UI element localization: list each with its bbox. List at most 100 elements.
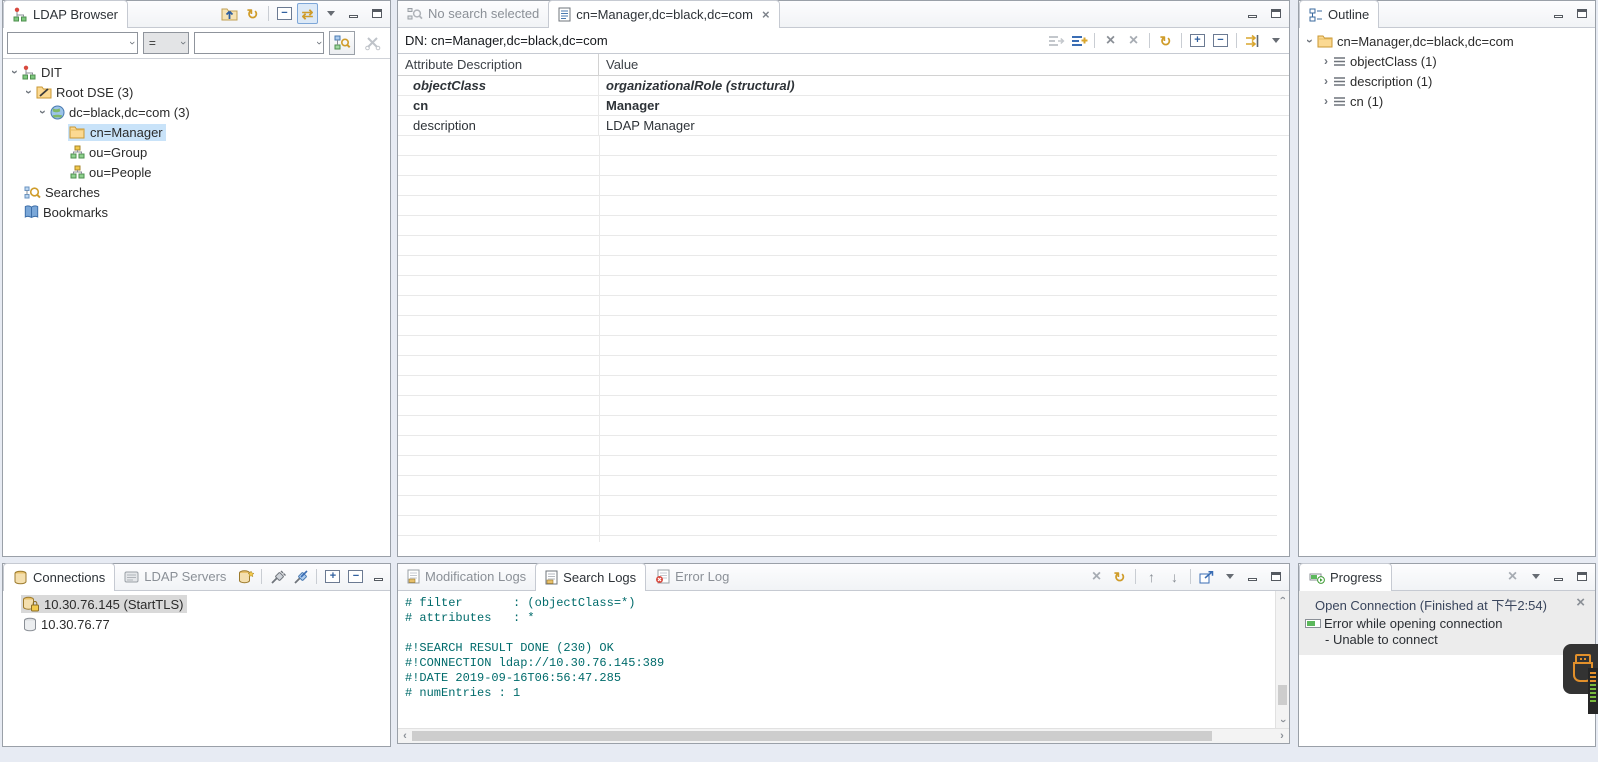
attribute-cell[interactable]: objectClass [398, 76, 599, 95]
quick-search-value-combo[interactable]: › [194, 32, 325, 54]
collapse-all-button[interactable]: − [274, 3, 295, 24]
view-menu-button[interactable] [1265, 30, 1286, 51]
collapse-all-button[interactable]: − [1210, 30, 1231, 51]
link-with-editor-toggle[interactable]: ⇄ [297, 3, 318, 24]
older-log-button[interactable]: ↑ [1141, 566, 1162, 587]
minimize-button[interactable] [1548, 3, 1569, 24]
tree-item-ou-people[interactable]: ou=People [3, 162, 390, 182]
attribute-cell[interactable]: cn [398, 96, 599, 115]
expander-expanded-icon[interactable]: › [22, 85, 36, 99]
open-connection-button[interactable] [267, 566, 288, 587]
value-cell[interactable]: LDAP Manager [599, 116, 1289, 135]
new-value-button[interactable] [1068, 30, 1089, 51]
scroll-up-icon[interactable]: › [1276, 591, 1290, 605]
value-cell[interactable]: organizationalRole (structural) [599, 76, 1289, 95]
delete-button[interactable]: × [1100, 30, 1121, 51]
table-row[interactable]: description LDAP Manager [398, 116, 1289, 136]
tab-modification-logs[interactable]: Modification Logs [398, 563, 535, 590]
value-cell[interactable]: Manager [599, 96, 1289, 115]
tab-entry-cn-manager[interactable]: cn=Manager,dc=black,dc=com × [548, 0, 779, 28]
outline-item-description[interactable]: › description (1) [1299, 71, 1595, 91]
tab-no-search-selected[interactable]: No search selected [398, 0, 548, 27]
tree-item-searches[interactable]: Searches [3, 182, 390, 202]
maximize-button[interactable] [1571, 566, 1592, 587]
collapse-all-button[interactable]: − [345, 566, 366, 587]
expander-collapsed-icon[interactable]: › [1319, 94, 1333, 108]
log-text[interactable]: # filter : (objectClass=*) # attributes … [398, 591, 1289, 706]
maximize-button[interactable] [1571, 3, 1592, 24]
expander-expanded-icon[interactable]: › [8, 65, 22, 79]
connection-item-selected[interactable]: 10.30.76.145 (StartTLS) [3, 594, 390, 614]
connection-item[interactable]: 10.30.76.77 [3, 614, 390, 634]
tab-error-log[interactable]: Error Log [646, 563, 738, 590]
log-viewer: # filter : (objectClass=*) # attributes … [398, 591, 1289, 743]
quick-search-filter-button-disabled[interactable] [360, 31, 386, 55]
newer-log-button[interactable]: ↓ [1164, 566, 1185, 587]
horizontal-scrollbar[interactable]: ‹ › [398, 728, 1289, 743]
quick-search-attribute-combo[interactable]: › [7, 32, 138, 54]
outline-item-cn[interactable]: › cn (1) [1299, 91, 1595, 111]
expand-all-button[interactable]: + [322, 566, 343, 587]
delete-all-button[interactable]: × [1123, 30, 1144, 51]
chevron-down-icon: › [313, 41, 325, 45]
remove-job-icon[interactable]: × [1572, 595, 1589, 610]
minimize-button[interactable] [1242, 3, 1263, 24]
tab-progress[interactable]: Progress [1299, 563, 1392, 591]
vertical-scrollbar[interactable]: › › [1275, 591, 1289, 728]
minimize-button[interactable] [1242, 566, 1263, 587]
view-menu-button[interactable] [320, 3, 341, 24]
attribute-cell[interactable]: description [398, 116, 599, 135]
tree-item-root-dse[interactable]: › Root DSE (3) [3, 82, 390, 102]
maximize-button[interactable] [366, 3, 387, 24]
expander-expanded-icon[interactable]: › [1303, 34, 1317, 48]
new-connection-button[interactable] [235, 566, 256, 587]
table-row[interactable]: objectClass organizationalRole (structur… [398, 76, 1289, 96]
quick-search-operator-combo[interactable]: = › [143, 32, 189, 54]
clear-log-button[interactable]: × [1086, 566, 1107, 587]
minimize-button[interactable] [368, 566, 389, 587]
expand-all-button[interactable]: + [1187, 30, 1208, 51]
maximize-button[interactable] [1265, 3, 1286, 24]
tab-ldap-browser[interactable]: LDAP Browser [3, 0, 128, 28]
tree-item-ou-group[interactable]: ou=Group [3, 142, 390, 162]
close-connection-button[interactable] [290, 566, 311, 587]
scrollbar-thumb[interactable] [412, 731, 1212, 741]
expander-collapsed-icon[interactable]: › [1319, 74, 1333, 88]
go-to-parent-button[interactable] [219, 3, 240, 24]
tree-item-dit[interactable]: › DIT [3, 62, 390, 82]
minimize-button[interactable] [343, 3, 364, 24]
tree-item-bookmarks[interactable]: Bookmarks [3, 202, 390, 222]
run-quick-search-button[interactable] [329, 31, 355, 55]
scroll-right-icon[interactable]: › [1275, 729, 1289, 743]
scroll-left-icon[interactable]: ‹ [398, 729, 412, 743]
tree-item-dc-black[interactable]: › dc=black,dc=com (3) [3, 102, 390, 122]
column-header-attribute[interactable]: Attribute Description [398, 54, 599, 75]
scroll-down-icon[interactable]: › [1276, 714, 1290, 728]
new-attribute-button[interactable] [1045, 30, 1066, 51]
table-row[interactable]: cn Manager [398, 96, 1289, 116]
minimize-button[interactable] [1548, 566, 1569, 587]
refresh-button[interactable]: ↻ [242, 3, 263, 24]
scrollbar-thumb[interactable] [1278, 685, 1287, 705]
maximize-button[interactable] [1265, 566, 1286, 587]
export-button[interactable] [1196, 566, 1217, 587]
tab-connections[interactable]: Connections [3, 563, 115, 591]
refresh-button[interactable]: ↻ [1155, 30, 1176, 51]
column-header-value[interactable]: Value [599, 54, 1289, 75]
tab-outline[interactable]: Outline [1299, 0, 1379, 28]
tab-search-logs[interactable]: Search Logs [535, 563, 646, 591]
clear-finished-button[interactable]: × [1502, 566, 1523, 587]
tree-item-cn-manager[interactable]: cn=Manager [3, 122, 390, 142]
refresh-button[interactable]: ↻ [1109, 566, 1130, 587]
view-menu-button[interactable] [1525, 566, 1546, 587]
tab-ldap-servers[interactable]: LDAP Servers [115, 563, 235, 590]
outline-root[interactable]: › cn=Manager,dc=black,dc=com [1299, 31, 1595, 51]
view-menu-button[interactable] [1219, 566, 1240, 587]
column-divider [599, 136, 600, 542]
fetch-operational-attributes-button[interactable] [1242, 30, 1263, 51]
close-tab-icon[interactable]: × [762, 7, 770, 22]
outline-item-objectclass[interactable]: › objectClass (1) [1299, 51, 1595, 71]
expander-expanded-icon[interactable]: › [36, 105, 50, 119]
minimize-icon [1554, 578, 1563, 581]
expander-collapsed-icon[interactable]: › [1319, 54, 1333, 68]
